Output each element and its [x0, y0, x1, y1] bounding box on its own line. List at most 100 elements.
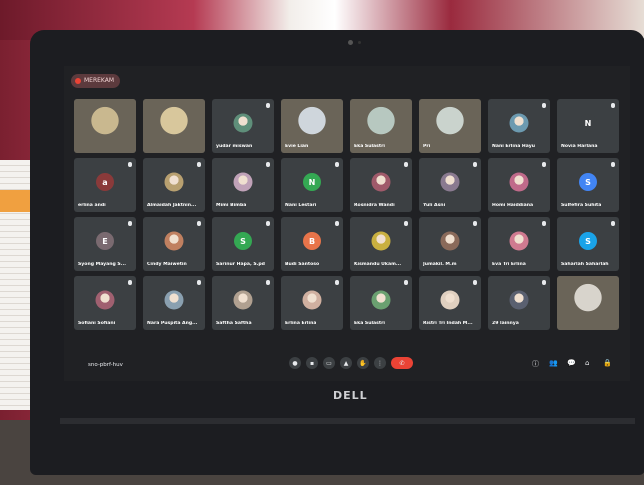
mic-muted-icon: [473, 162, 477, 167]
meeting-controls-bar: sno-pbrf-huv ● ▪ ▭ ▲ ✋ ⋮ ✆ ⓘ 👥 💬 ⌂ 🔒: [64, 351, 630, 381]
participant-name: Nani Erlina Hayu: [492, 144, 535, 149]
info-icon[interactable]: ⓘ: [532, 359, 539, 369]
participant-name: Saharlah Saharlah: [561, 262, 609, 267]
participant-tile[interactable]: B Budi Santoso: [281, 217, 343, 271]
mic-muted-icon: [473, 221, 477, 226]
avatar: N: [303, 173, 321, 192]
record-icon: [75, 78, 81, 84]
avatar: [509, 231, 529, 251]
participant-tile[interactable]: Kismandu Ukam...: [350, 217, 412, 271]
participant-tile[interactable]: [143, 99, 205, 153]
participant-tile[interactable]: Homi Haiddiana: [488, 158, 550, 212]
captions-icon[interactable]: ▭: [323, 357, 335, 369]
participant-name: Novia Harlana: [561, 144, 598, 149]
participant-tile[interactable]: N Novia Harlana: [557, 99, 619, 153]
participant-name: Syong Mayang S...: [78, 262, 126, 267]
participant-tile[interactable]: Evie Lian: [281, 99, 343, 153]
participant-name: Mimi Bimba: [216, 203, 247, 208]
orange-folder: [0, 190, 30, 212]
participant-name: Kismandu Ukam...: [354, 262, 402, 267]
participant-tile[interactable]: Eka Sulastri: [350, 276, 412, 330]
mic-muted-icon: [335, 221, 339, 226]
lock-icon[interactable]: 🔒: [603, 359, 612, 367]
avatar: [440, 290, 460, 310]
avatar: [164, 172, 184, 192]
participant-tile[interactable]: Sofiani Sofiani: [74, 276, 136, 330]
participant-tile[interactable]: yudar miswan: [212, 99, 274, 153]
participant-tile[interactable]: N Nani Lestari: [281, 158, 343, 212]
mic-muted-icon: [611, 162, 615, 167]
avatar: [371, 172, 391, 192]
activities-icon[interactable]: ⌂: [585, 359, 589, 367]
participant-name: Eva Tri Erlina: [492, 262, 526, 267]
more-icon[interactable]: ⋮: [374, 357, 386, 369]
participant-name: Saftha Saftha: [216, 321, 252, 326]
participant-tile[interactable]: Nara Puspita Ang...: [143, 276, 205, 330]
participant-tile[interactable]: Nani Erlina Hayu: [488, 99, 550, 153]
avatar: [302, 290, 322, 310]
mic-muted-icon: [128, 221, 132, 226]
mic-muted-icon: [197, 162, 201, 167]
participant-tile[interactable]: Eva Tri Erlina: [488, 217, 550, 271]
participant-tile[interactable]: Ristri Tri Indah M...: [419, 276, 481, 330]
participant-name: Sofiani Sofiani: [78, 321, 116, 326]
present-icon[interactable]: ▲: [340, 357, 352, 369]
avatar: S: [579, 173, 597, 192]
avatar: [233, 172, 253, 192]
participant-name: Erlina Erlina: [285, 321, 317, 326]
participant-tile[interactable]: Yuli Asni: [419, 158, 481, 212]
mic-muted-icon: [542, 162, 546, 167]
mic-muted-icon: [404, 280, 408, 285]
participant-tile[interactable]: Erlina Erlina: [281, 276, 343, 330]
participant-tile[interactable]: a erlina andi: [74, 158, 136, 212]
participant-name: Eka Sulastri: [354, 321, 385, 326]
mic-muted-icon: [266, 280, 270, 285]
participant-name: Homi Haiddiana: [492, 203, 534, 208]
participant-tile[interactable]: 29 lainnya: [488, 276, 550, 330]
participant-name: Yuli Asni: [423, 203, 446, 208]
participant-name: Nara Puspita Ang...: [147, 321, 198, 326]
participant-tile[interactable]: Rosnidra Wandi: [350, 158, 412, 212]
dell-logo: DELL: [333, 389, 368, 402]
mic-muted-icon: [404, 162, 408, 167]
participant-name: 29 lainnya: [492, 321, 519, 326]
participant-tile[interactable]: Mimi Bimba: [212, 158, 274, 212]
avatar: N: [579, 114, 597, 133]
participant-tile[interactable]: S Sarinur Hapa, S.pd: [212, 217, 274, 271]
group-avatar: [509, 290, 529, 310]
participant-tile[interactable]: Cindy Maiwetin: [143, 217, 205, 271]
recording-badge[interactable]: MEREKAM: [71, 74, 121, 88]
mic-muted-icon: [611, 221, 615, 226]
participant-tile[interactable]: Pri: [419, 99, 481, 153]
mic-muted-icon: [197, 280, 201, 285]
camera-icon[interactable]: ▪: [306, 357, 318, 369]
people-icon[interactable]: 👥: [549, 359, 558, 367]
mic-muted-icon: [266, 221, 270, 226]
mic-muted-icon: [542, 221, 546, 226]
participant-tile[interactable]: Almaidah Jaktnin...: [143, 158, 205, 212]
avatar: [95, 290, 115, 310]
avatar: S: [234, 232, 252, 251]
participant-tile[interactable]: E Syong Mayang S...: [74, 217, 136, 271]
avatar: B: [303, 232, 321, 251]
laptop-screen: MEREKAM yudar miswan Evie Lian Eka Sulastr…: [64, 66, 630, 381]
mic-muted-icon: [473, 280, 477, 285]
participant-name: Sulfefira Suhita: [561, 203, 602, 208]
raise-hand-icon[interactable]: ✋: [357, 357, 369, 369]
end-call-button[interactable]: ✆: [391, 357, 413, 369]
participant-tile[interactable]: S Sulfefira Suhita: [557, 158, 619, 212]
participant-tile[interactable]: Eka Sulastri: [350, 99, 412, 153]
participant-tile[interactable]: S Saharlah Saharlah: [557, 217, 619, 271]
participant-tile[interactable]: Jumakil. M.m: [419, 217, 481, 271]
laptop-hinge: [60, 418, 635, 424]
chat-icon[interactable]: 💬: [567, 359, 576, 367]
participant-name: Evie Lian: [285, 144, 309, 149]
participant-tile[interactable]: [74, 99, 136, 153]
participant-name: Sarinur Hapa, S.pd: [216, 262, 265, 267]
participant-name: Almaidah Jaktnin...: [147, 203, 197, 208]
participant-tile[interactable]: [557, 276, 619, 330]
mic-icon[interactable]: ●: [289, 357, 301, 369]
participant-tile[interactable]: Saftha Saftha: [212, 276, 274, 330]
participant-name: Eka Sulastri: [354, 144, 385, 149]
mic-muted-icon: [197, 221, 201, 226]
